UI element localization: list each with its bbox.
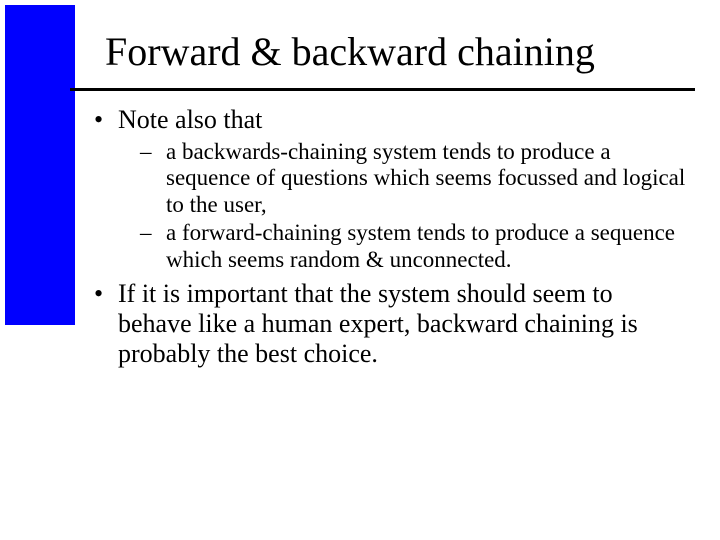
slide: Forward & backward chaining Note also th… bbox=[0, 0, 720, 540]
sub-bullet-item: a backwards-chaining system tends to pro… bbox=[118, 139, 690, 218]
bullet-item: Note also that a backwards-chaining syst… bbox=[90, 105, 690, 273]
bullet-text: Note also that bbox=[118, 105, 262, 134]
slide-body: Note also that a backwards-chaining syst… bbox=[90, 105, 690, 375]
sidebar-accent bbox=[5, 5, 75, 325]
sub-bullet-text: a backwards-chaining system tends to pro… bbox=[166, 139, 685, 217]
sub-bullet-text: a forward-chaining system tends to produ… bbox=[166, 220, 675, 271]
slide-title: Forward & backward chaining bbox=[105, 30, 685, 74]
bullet-text: If it is important that the system shoul… bbox=[118, 279, 638, 368]
sub-bullet-list: a backwards-chaining system tends to pro… bbox=[118, 139, 690, 273]
sub-bullet-item: a forward-chaining system tends to produ… bbox=[118, 220, 690, 273]
bullet-list: Note also that a backwards-chaining syst… bbox=[90, 105, 690, 369]
title-underline bbox=[70, 88, 695, 91]
bullet-item: If it is important that the system shoul… bbox=[90, 279, 690, 369]
